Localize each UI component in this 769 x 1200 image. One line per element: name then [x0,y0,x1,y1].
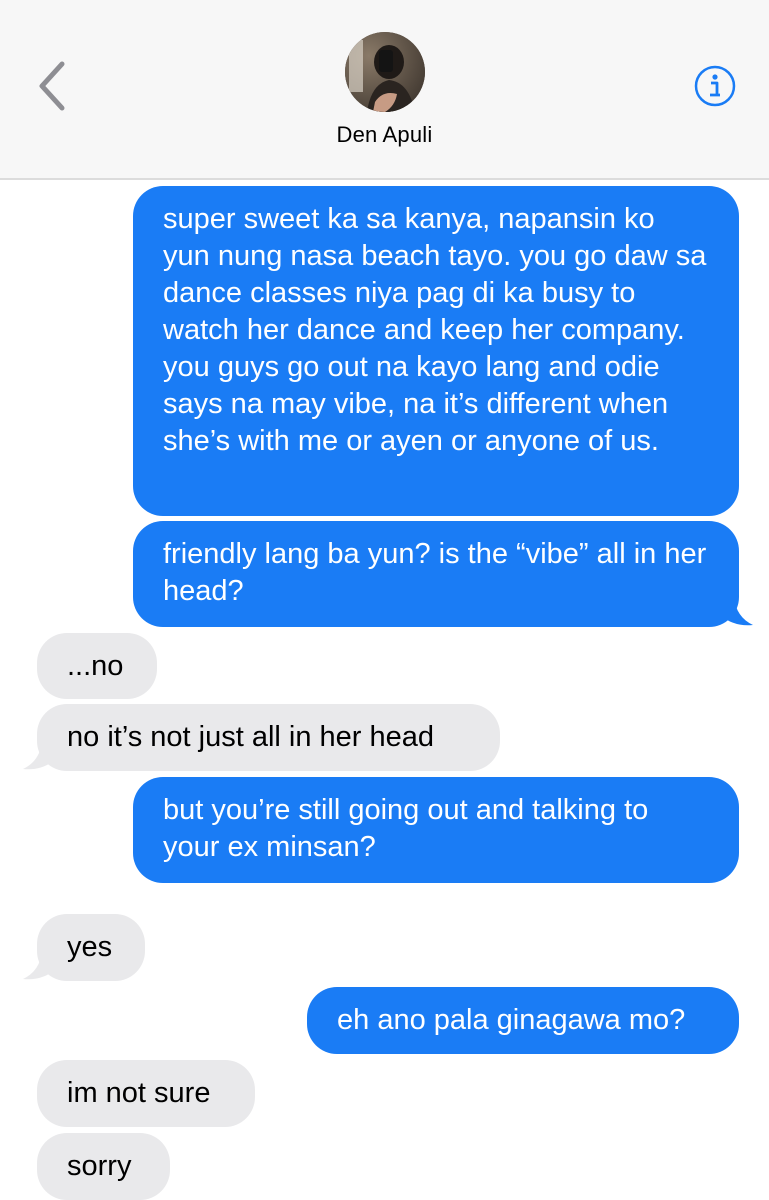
outgoing-message[interactable]: friendly lang ba yun? is the “vibe” all … [133,521,739,627]
chevron-left-icon[interactable] [30,58,74,114]
conversation-header: Den Apuli [0,0,769,180]
outgoing-message[interactable]: super sweet ka sa kanya, napansin ko yun… [133,186,739,516]
outgoing-message[interactable]: eh ano pala ginagawa mo? [307,987,739,1054]
contact-name[interactable]: Den Apuli [0,122,769,148]
incoming-bubble-tail [23,741,56,770]
avatar-photo [345,32,425,112]
incoming-message[interactable]: no it’s not just all in her head [37,704,500,771]
info-icon[interactable] [694,65,736,107]
avatar[interactable] [345,32,425,112]
outgoing-bubble-tail [720,597,753,626]
incoming-message[interactable]: sorry [37,1133,170,1200]
incoming-message[interactable]: ...no [37,633,157,699]
incoming-bubble-tail [23,951,56,980]
incoming-message[interactable]: im not sure [37,1060,255,1127]
message-thread[interactable]: super sweet ka sa kanya, napansin ko yun… [0,180,769,1200]
outgoing-message[interactable]: but you’re still going out and talking t… [133,777,739,883]
